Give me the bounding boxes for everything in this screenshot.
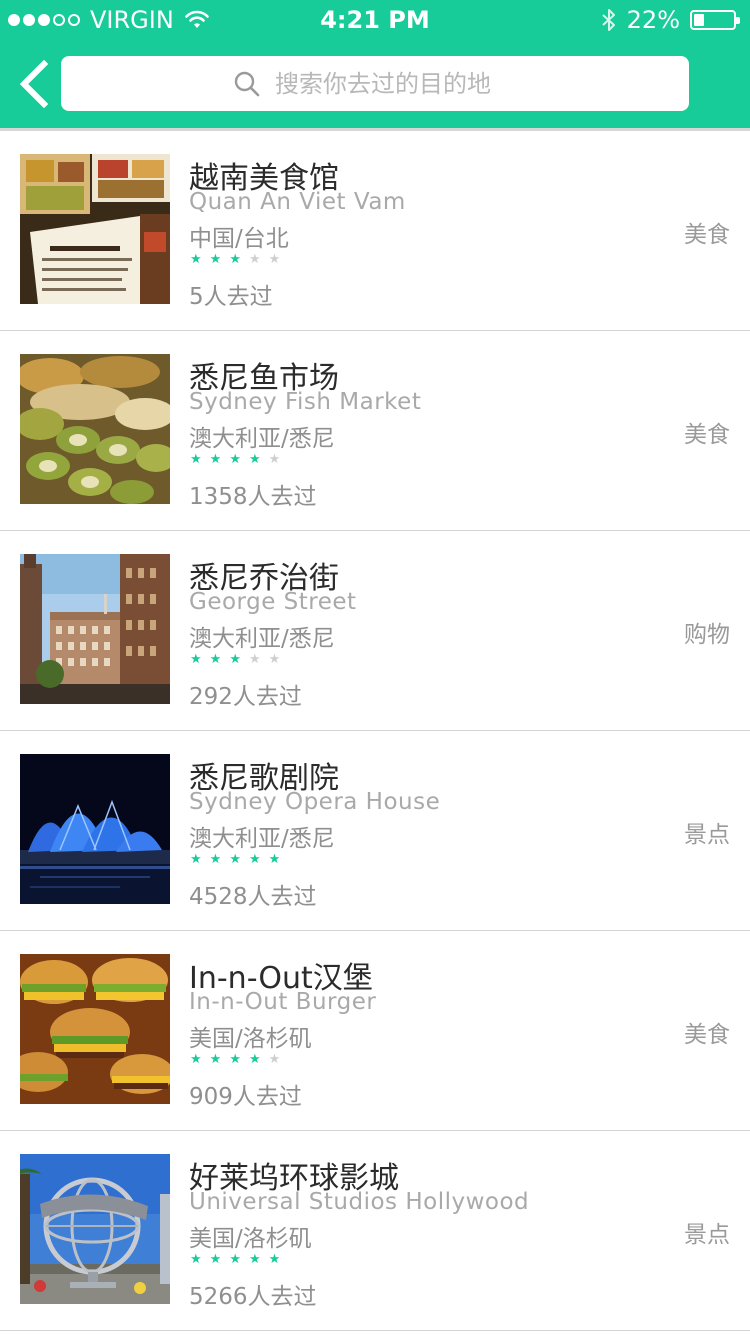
star-filled-icon: ★ (229, 1252, 241, 1267)
rating-stars: ★ ★ ★ ★ ★ (190, 1253, 280, 1267)
search-input[interactable] (273, 68, 517, 99)
battery-icon (690, 10, 740, 30)
star-filled-icon: ★ (268, 852, 281, 867)
bluetooth-icon (601, 9, 615, 31)
item-location: 中国/台北 (189, 226, 289, 252)
star-empty-icon: ★ (268, 252, 281, 267)
star-filled-icon: ★ (190, 452, 202, 467)
thumbnail-image (20, 754, 170, 904)
star-filled-icon: ★ (248, 1052, 261, 1067)
chevron-left-icon (19, 60, 49, 108)
list-item[interactable]: 好莱坞环球影城 Universal Studios Hollywood 美国/洛… (0, 1131, 750, 1331)
star-filled-icon: ★ (209, 1252, 222, 1267)
visitor-count: 5人去过 (189, 284, 273, 310)
star-filled-icon: ★ (229, 452, 241, 467)
star-empty-icon: ★ (248, 652, 261, 667)
thumbnail-image (20, 954, 170, 1104)
star-empty-icon: ★ (268, 652, 281, 667)
search-icon (234, 71, 260, 96)
category-label: 购物 (684, 622, 730, 648)
item-subtitle: Universal Studios Hollywood (189, 1189, 530, 1215)
item-subtitle: George Street (189, 589, 357, 615)
rating-stars: ★ ★ ★ ★ ★ (190, 253, 280, 267)
star-filled-icon: ★ (248, 1252, 261, 1267)
star-filled-icon: ★ (229, 852, 241, 867)
item-subtitle: In-n-Out Burger (189, 989, 377, 1015)
star-filled-icon: ★ (209, 1052, 222, 1067)
category-label: 美食 (684, 1022, 730, 1048)
star-filled-icon: ★ (209, 452, 222, 467)
item-location: 澳大利亚/悉尼 (189, 626, 335, 652)
star-filled-icon: ★ (229, 652, 241, 667)
rating-stars: ★ ★ ★ ★ ★ (190, 1053, 280, 1067)
item-location: 美国/洛杉矶 (189, 1026, 312, 1052)
star-empty-icon: ★ (268, 452, 281, 467)
list-item[interactable]: 悉尼歌剧院 Sydney Opera House 澳大利亚/悉尼 ★ ★ ★ ★ ★ 4… (0, 731, 750, 931)
item-location: 美国/洛杉矶 (189, 1226, 312, 1252)
visitor-count: 1358人去过 (189, 484, 317, 510)
star-filled-icon: ★ (248, 452, 261, 467)
item-subtitle: Quan An Viet Vam (189, 189, 406, 215)
thumbnail-image (20, 354, 170, 504)
item-subtitle: Sydney Fish Market (189, 389, 422, 415)
category-label: 景点 (684, 1222, 730, 1248)
search-bar[interactable] (61, 56, 689, 111)
battery-percent: 22% (626, 6, 680, 34)
item-location: 澳大利亚/悉尼 (189, 826, 335, 852)
thumbnail-image (20, 1154, 170, 1304)
star-filled-icon: ★ (229, 1052, 241, 1067)
list-item[interactable]: In-n-Out汉堡 In-n-Out Burger 美国/洛杉矶 ★ ★ ★ ★ ★ … (0, 931, 750, 1131)
visitor-count: 909人去过 (189, 1084, 302, 1110)
thumbnail-image (20, 554, 170, 704)
star-empty-icon: ★ (268, 1052, 281, 1067)
star-filled-icon: ★ (190, 1252, 202, 1267)
star-filled-icon: ★ (190, 852, 202, 867)
category-label: 景点 (684, 822, 730, 848)
list-item[interactable]: 越南美食馆 Quan An Viet Vam 中国/台北 ★ ★ ★ ★ ★ 5人去过 … (0, 131, 750, 331)
item-location: 澳大利亚/悉尼 (189, 426, 335, 452)
thumbnail-image (20, 154, 170, 304)
star-filled-icon: ★ (229, 252, 241, 267)
list-item[interactable]: 悉尼乔治街 George Street 澳大利亚/悉尼 ★ ★ ★ ★ ★ 292人去过… (0, 531, 750, 731)
back-button[interactable] (14, 60, 54, 108)
navigation-bar (0, 40, 750, 131)
category-label: 美食 (684, 422, 730, 448)
star-filled-icon: ★ (190, 1052, 202, 1067)
rating-stars: ★ ★ ★ ★ ★ (190, 653, 280, 667)
visitor-count: 4528人去过 (189, 884, 317, 910)
status-bar: VIRGIN 4:21 PM 22% (0, 0, 750, 40)
destination-list: 越南美食馆 Quan An Viet Vam 中国/台北 ★ ★ ★ ★ ★ 5人去过 … (0, 131, 750, 1331)
visitor-count: 5266人去过 (189, 1284, 317, 1310)
category-label: 美食 (684, 222, 730, 248)
star-filled-icon: ★ (209, 252, 222, 267)
status-right: 22% (601, 6, 740, 34)
rating-stars: ★ ★ ★ ★ ★ (190, 853, 280, 867)
item-subtitle: Sydney Opera House (189, 789, 441, 815)
star-filled-icon: ★ (209, 652, 222, 667)
star-filled-icon: ★ (190, 252, 202, 267)
star-filled-icon: ★ (268, 1252, 281, 1267)
star-filled-icon: ★ (209, 852, 222, 867)
rating-stars: ★ ★ ★ ★ ★ (190, 453, 280, 467)
list-item[interactable]: 悉尼鱼市场 Sydney Fish Market 澳大利亚/悉尼 ★ ★ ★ ★ ★ 1… (0, 331, 750, 531)
star-filled-icon: ★ (190, 652, 202, 667)
star-empty-icon: ★ (248, 252, 261, 267)
star-filled-icon: ★ (248, 852, 261, 867)
visitor-count: 292人去过 (189, 684, 302, 710)
